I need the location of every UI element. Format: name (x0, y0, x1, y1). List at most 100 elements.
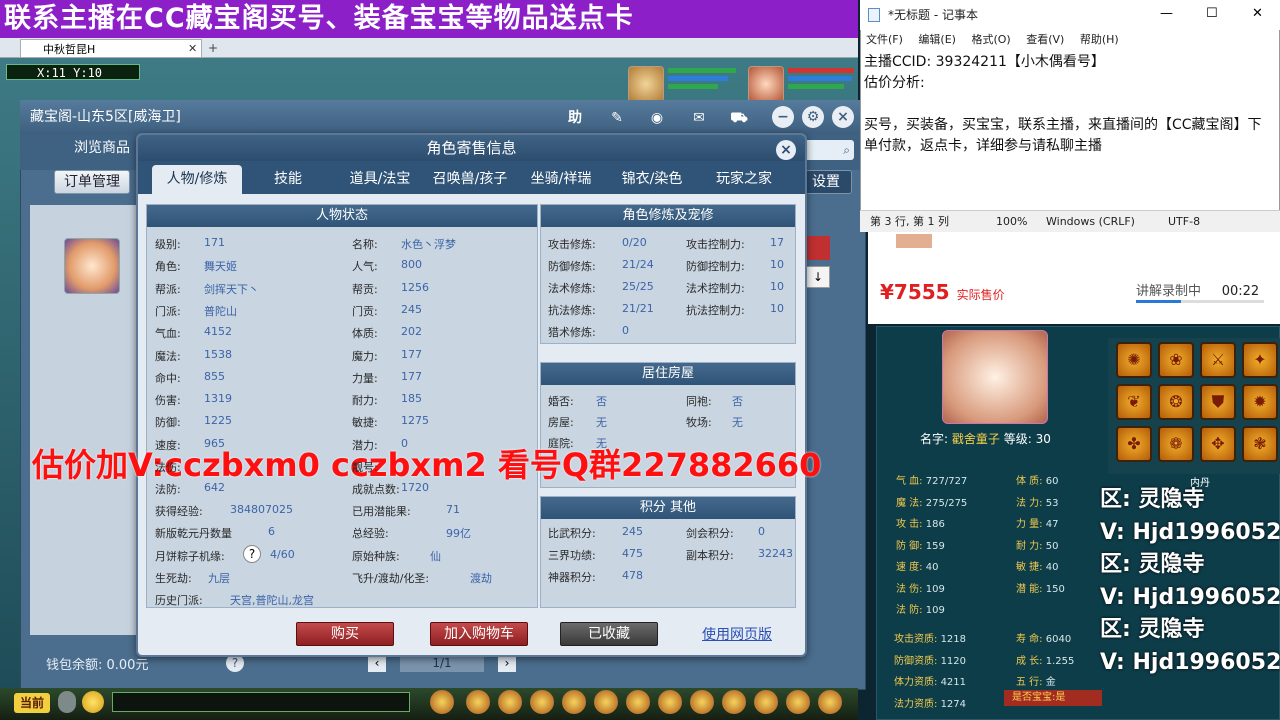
points-label: 三界功绩: (548, 549, 596, 562)
system-icon[interactable] (818, 690, 842, 714)
pet-icon[interactable] (430, 690, 454, 714)
pet-skill-icon[interactable]: ✤ (1116, 426, 1152, 462)
tab-close-icon[interactable]: ✕ (188, 39, 202, 58)
weapon-icon[interactable] (466, 690, 490, 714)
pet-stat-value: 47 (1045, 519, 1059, 530)
tab-outfits[interactable]: 锦衣/染色 (612, 165, 692, 194)
order-management-button[interactable]: 订单管理 (54, 170, 130, 194)
status-label: 帮贡: (352, 282, 378, 296)
status-value: 4152 (204, 325, 232, 339)
wallet-balance: 钱包余额: 0.00元 (46, 658, 149, 673)
line-ending: Windows (CRLF) (1046, 215, 1135, 228)
player-portrait[interactable] (748, 66, 784, 102)
pet-skill-icon[interactable]: ⚔ (1200, 342, 1236, 378)
pet-aptitude: 法力资质: 1274 (894, 695, 966, 710)
name-label: 名字: (920, 432, 949, 446)
tab-skills[interactable]: 技能 (250, 165, 326, 194)
points-value: 0 (758, 525, 765, 538)
pet-skill-icon[interactable]: ❁ (1158, 426, 1194, 462)
browser-tab[interactable]: 中秋哲昆H (20, 39, 202, 58)
emoji-icon[interactable] (82, 691, 104, 713)
menu-view[interactable]: 查看(V) (1026, 33, 1064, 46)
map-icon[interactable] (722, 690, 746, 714)
menu-edit[interactable]: 编辑(E) (918, 33, 956, 46)
guild-icon[interactable] (530, 690, 554, 714)
record-icon[interactable]: ◉ (644, 105, 670, 131)
help-button[interactable]: 助 (562, 105, 588, 131)
microphone-icon[interactable] (58, 691, 76, 713)
skill-icon[interactable] (754, 690, 778, 714)
pet-skill-icon[interactable]: ⛊ (1200, 384, 1236, 420)
pet-stat: 法 力: 53 (1016, 494, 1058, 509)
info-question-icon[interactable]: ? (243, 545, 261, 563)
pet-skill-icon[interactable]: ❀ (1158, 342, 1194, 378)
pet-skill-icon[interactable]: ✦ (1242, 342, 1278, 378)
character-avatar[interactable] (64, 238, 120, 294)
browse-goods-link[interactable]: 浏览商品 (74, 137, 130, 157)
recording-progress-fill (1136, 300, 1181, 303)
notepad-line: 估价分析: (864, 75, 925, 91)
settings-button[interactable]: 设置 (800, 170, 852, 194)
tab-mounts[interactable]: 坐骑/祥瑞 (522, 165, 600, 194)
pet-skill-icon[interactable]: ❦ (1116, 384, 1152, 420)
extra-value: 6 (268, 525, 275, 538)
tab-items[interactable]: 道具/法宝 (340, 165, 420, 194)
scroll-down-icon[interactable]: ↓ (806, 266, 830, 288)
tab-pets[interactable]: 召唤兽/孩子 (424, 165, 516, 194)
team-icon[interactable] (498, 690, 522, 714)
side-ad-line: V: Hjd1996052 (1100, 649, 1280, 675)
friends-icon[interactable] (626, 690, 650, 714)
smile-icon[interactable] (786, 690, 810, 714)
pet-skill-icon[interactable]: ✹ (1242, 384, 1278, 420)
player-status-bars (788, 68, 858, 89)
extra-label: 已用潜能果: (352, 505, 411, 518)
search-icon[interactable]: ⌕ (804, 140, 854, 160)
shop-icon[interactable] (658, 690, 682, 714)
dialog-close-icon[interactable]: × (776, 140, 796, 160)
points-value: 32243 (758, 547, 793, 560)
notepad-text-area[interactable]: 主播CCID: 39324211【小木偶看号】 估价分析: 买号，买装备，买宝宝… (864, 52, 1274, 157)
window-close-button[interactable]: ✕ (1252, 6, 1263, 21)
gift-icon[interactable] (690, 690, 714, 714)
add-to-cart-button[interactable]: 加入购物车 (430, 622, 528, 646)
control-label: 攻击控制力: (686, 238, 745, 251)
pet-stat: 敏 捷: 40 (1016, 558, 1058, 573)
pet-skill-icon[interactable]: ✺ (1116, 342, 1152, 378)
window-minimize-button[interactable]: — (1160, 6, 1173, 21)
pet-stat-value: 109 (925, 583, 945, 595)
minimize-icon[interactable]: − (772, 106, 794, 128)
status-label: 角色: (155, 260, 181, 274)
bag-icon[interactable] (562, 690, 586, 714)
new-tab-icon[interactable]: + (208, 39, 218, 58)
pet-stat-label: 气 血: (896, 476, 923, 487)
pet-skill-icon[interactable]: ✥ (1200, 426, 1236, 462)
current-channel-button[interactable]: 当前 (14, 693, 50, 713)
menu-file[interactable]: 文件(F) (866, 33, 903, 46)
use-web-version-link[interactable]: 使用网页版 (702, 624, 772, 644)
edit-icon[interactable]: ✎ (604, 105, 630, 131)
pet-stat-label: 潜 能: (1016, 583, 1043, 595)
tab-character[interactable]: 人物/修炼 (152, 165, 242, 194)
quest-icon[interactable] (594, 690, 618, 714)
pet-skill-icon[interactable]: ❃ (1242, 426, 1278, 462)
favorited-button[interactable]: 已收藏 (560, 622, 658, 646)
close-icon[interactable]: × (832, 106, 854, 128)
status-value: 1538 (204, 347, 232, 361)
chat-icon[interactable]: ✉ (686, 105, 712, 131)
pet-portrait-large (942, 330, 1048, 424)
menu-help[interactable]: 帮助(H) (1080, 33, 1119, 46)
status-value: 1275 (401, 414, 429, 428)
window-maximize-button[interactable]: ☐ (1206, 6, 1218, 21)
pet-skill-icon[interactable]: ❂ (1158, 384, 1194, 420)
settings-icon[interactable]: ⚙ (802, 106, 824, 128)
extra-label: 原始种族: (352, 550, 400, 563)
tab-home[interactable]: 玩家之家 (700, 165, 788, 194)
cart-icon[interactable]: ⛟ (726, 105, 752, 131)
buy-button[interactable]: 购买 (296, 622, 394, 646)
pet-stat: 潜 能: 150 (1016, 580, 1065, 595)
status-value: 800 (401, 258, 422, 272)
menu-format[interactable]: 格式(O) (971, 33, 1010, 46)
house-label: 婚否: (548, 395, 574, 408)
pet-portrait[interactable] (628, 66, 664, 102)
chat-input[interactable] (112, 692, 410, 712)
